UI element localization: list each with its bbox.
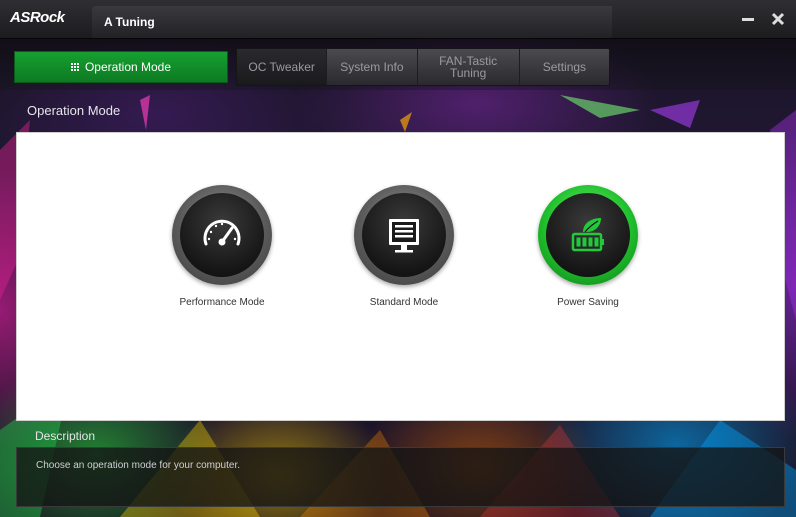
description-title: Description <box>35 429 96 443</box>
tab-group: OC Tweaker System Info FAN-Tastic Tuning… <box>236 48 610 86</box>
tab-label: Settings <box>542 60 587 74</box>
tab-system-info[interactable]: System Info <box>327 49 418 85</box>
standard-mode-button[interactable]: Standard Mode <box>334 185 474 308</box>
mode-ring <box>354 185 454 285</box>
description-box: Choose an operation mode for your comput… <box>16 447 785 507</box>
grid-icon <box>70 63 79 71</box>
tab-settings[interactable]: Settings <box>520 49 609 85</box>
battery-leaf-icon <box>571 218 604 252</box>
tab-label: System Info <box>340 60 404 74</box>
mode-label: Performance Mode <box>179 297 265 308</box>
mode-core <box>546 193 630 277</box>
close-button[interactable] <box>764 6 792 32</box>
close-icon <box>771 12 785 26</box>
tab-label: OC Tweaker <box>248 60 315 74</box>
main-nav: Operation Mode OC Tweaker System Info FA… <box>0 38 796 90</box>
title-bar: ASRock A Tuning <box>0 0 796 39</box>
tab-operation-mode[interactable]: Operation Mode <box>14 51 228 83</box>
app-title-tab: A Tuning <box>92 6 612 38</box>
minimize-icon <box>742 18 754 21</box>
mode-label: Power Saving <box>557 297 619 308</box>
monitor-icon <box>389 219 419 253</box>
app-title: A Tuning <box>104 15 155 29</box>
section-title: Operation Mode <box>27 103 121 118</box>
speedometer-icon <box>203 219 241 246</box>
mode-label: Standard Mode <box>369 297 439 308</box>
tab-oc-tweaker[interactable]: OC Tweaker <box>237 49 328 85</box>
tab-label: FAN-Tastic Tuning <box>439 54 498 80</box>
tab-label: Operation Mode <box>84 60 172 74</box>
mode-core <box>362 193 446 277</box>
description-text: Choose an operation mode for your comput… <box>36 460 241 471</box>
minimize-button[interactable] <box>734 6 762 32</box>
operation-mode-panel: Performance Mode Standard Mode Power Sav… <box>16 132 785 421</box>
mode-ring-selected <box>538 185 638 285</box>
mode-ring <box>172 185 272 285</box>
asrock-logo: ASRock <box>10 9 65 26</box>
tab-fan-tastic-tuning[interactable]: FAN-Tastic Tuning <box>418 49 520 85</box>
performance-mode-button[interactable]: Performance Mode <box>152 185 292 308</box>
mode-core <box>180 193 264 277</box>
power-saving-button[interactable]: Power Saving <box>518 185 658 308</box>
app-window: ASRock A Tuning Operation Mode OC Tweake… <box>0 0 796 517</box>
